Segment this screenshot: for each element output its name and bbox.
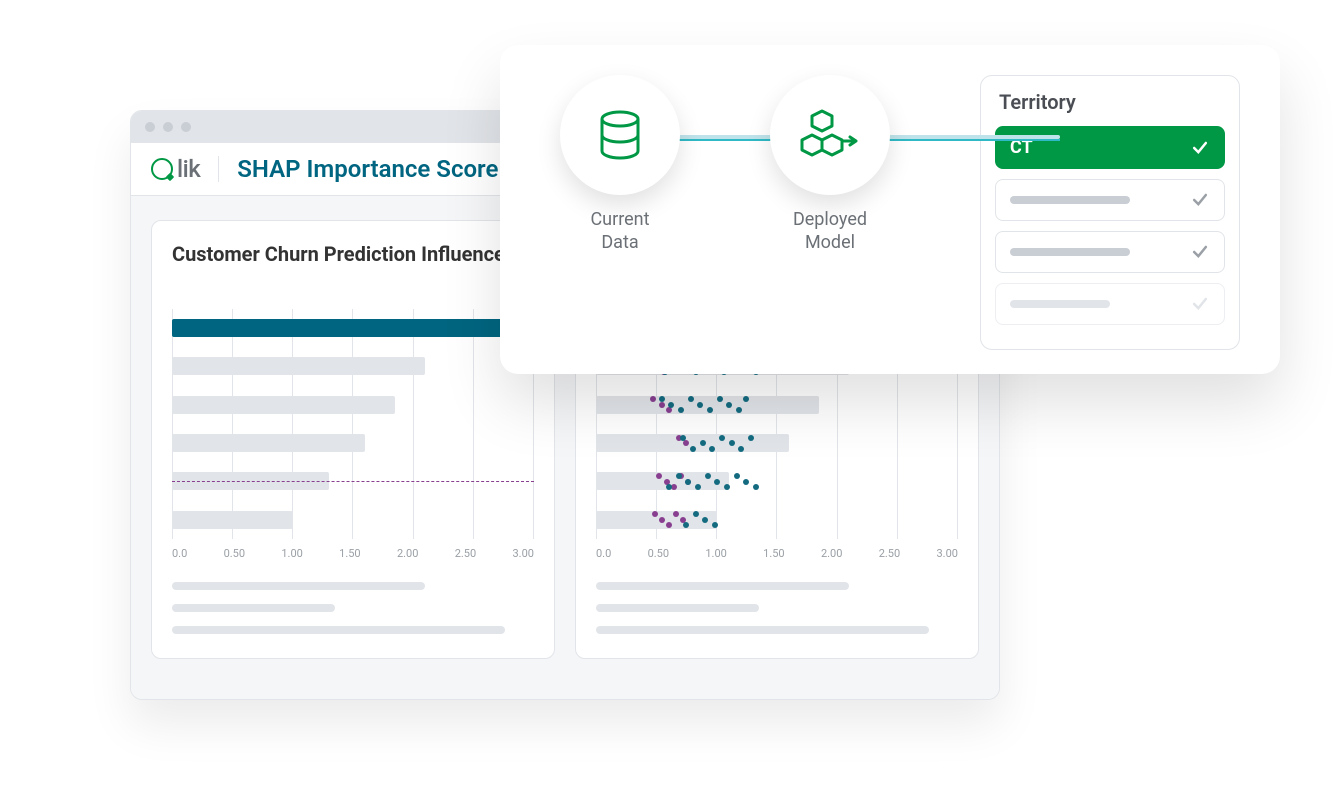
check-icon bbox=[1190, 190, 1210, 210]
node-label: Current Data bbox=[590, 209, 649, 254]
territory-option-selected[interactable]: CT bbox=[995, 126, 1225, 169]
pipeline-panel: Current Data Deployed Model Territory bbox=[500, 45, 1280, 374]
scatter-dot bbox=[724, 484, 730, 490]
check-icon bbox=[1190, 138, 1210, 158]
axis-tick: 1.50 bbox=[339, 547, 360, 560]
axis-tick: 2.00 bbox=[397, 547, 418, 560]
scatter-dot bbox=[656, 473, 662, 479]
pipeline-nodes: Current Data Deployed Model bbox=[560, 75, 960, 254]
bar bbox=[172, 511, 293, 529]
scatter-dot bbox=[666, 522, 672, 528]
model-deploy-icon bbox=[770, 75, 890, 195]
node-deployed-model[interactable]: Deployed Model bbox=[770, 75, 890, 254]
placeholder-lines bbox=[596, 582, 958, 634]
scatter-dot bbox=[659, 402, 665, 408]
bar bbox=[172, 357, 425, 375]
placeholder bbox=[1010, 248, 1130, 256]
scatter-dot bbox=[712, 522, 718, 528]
card-title: Customer Churn Prediction Influencers bbox=[172, 241, 534, 293]
axis-tick: 2.00 bbox=[821, 547, 842, 560]
scatter-dot bbox=[659, 517, 665, 523]
scatter-dot bbox=[736, 407, 742, 413]
window-dot bbox=[181, 122, 191, 132]
scatter-dot bbox=[738, 446, 744, 452]
territory-option[interactable] bbox=[995, 283, 1225, 325]
scatter-dot bbox=[705, 473, 711, 479]
axis-tick: 0.0 bbox=[172, 547, 187, 560]
scatter-dot bbox=[673, 511, 679, 517]
check-icon bbox=[1190, 242, 1210, 262]
scatter-dot bbox=[707, 407, 713, 413]
scatter-dot bbox=[650, 396, 656, 402]
axis-tick: 3.00 bbox=[937, 547, 958, 560]
scatter-dot bbox=[693, 511, 699, 517]
scatter-dot bbox=[690, 446, 696, 452]
scatter-dot bbox=[666, 407, 672, 413]
scatter-dot bbox=[666, 484, 672, 490]
scatter-dot bbox=[709, 446, 715, 452]
axis-tick: 0.50 bbox=[224, 547, 245, 560]
database-icon bbox=[560, 75, 680, 195]
x-axis: 0.0 0.50 1.00 1.50 2.00 2.50 3.00 bbox=[596, 547, 958, 560]
axis-tick: 1.00 bbox=[705, 547, 726, 560]
scatter-dot bbox=[683, 440, 689, 446]
axis-tick: 2.50 bbox=[879, 547, 900, 560]
bar bbox=[172, 434, 365, 452]
axis-tick: 0.0 bbox=[596, 547, 611, 560]
placeholder-lines bbox=[172, 582, 534, 634]
territory-option[interactable] bbox=[995, 231, 1225, 273]
scatter-dot bbox=[717, 396, 723, 402]
placeholder bbox=[1010, 300, 1110, 308]
x-axis: 0.0 0.50 1.00 1.50 2.00 2.50 3.00 bbox=[172, 547, 534, 560]
scatter-dot bbox=[748, 435, 754, 441]
scatter-dot bbox=[729, 440, 735, 446]
reference-line bbox=[172, 481, 534, 482]
divider bbox=[218, 156, 219, 182]
placeholder bbox=[1010, 196, 1130, 204]
scatter-dot bbox=[668, 402, 674, 408]
axis-tick: 2.50 bbox=[455, 547, 476, 560]
scatter-dot bbox=[702, 517, 708, 523]
scatter-dot bbox=[734, 473, 740, 479]
qlik-q-icon bbox=[151, 158, 173, 180]
scatter-dot bbox=[683, 522, 689, 528]
card-churn-influencers: Customer Churn Prediction Influencers 0.… bbox=[151, 220, 555, 659]
scatter-dot bbox=[700, 440, 706, 446]
scatter-dot bbox=[697, 402, 703, 408]
bar bbox=[172, 319, 534, 337]
qlik-logo: lik bbox=[151, 155, 200, 183]
node-label: Deployed Model bbox=[793, 209, 867, 254]
brand-text: lik bbox=[177, 155, 200, 183]
axis-tick: 1.50 bbox=[763, 547, 784, 560]
check-icon bbox=[1190, 294, 1210, 314]
territory-option[interactable] bbox=[995, 179, 1225, 221]
scatter-dot bbox=[714, 479, 720, 485]
scatter-dot bbox=[678, 407, 684, 413]
window-dot bbox=[163, 122, 173, 132]
scatter-dot bbox=[743, 396, 749, 402]
scatter-dot bbox=[753, 484, 759, 490]
scatter-dot bbox=[688, 396, 694, 402]
scatter-dot bbox=[685, 479, 691, 485]
bar-chart bbox=[172, 309, 534, 539]
axis-tick: 0.50 bbox=[648, 547, 669, 560]
node-current-data[interactable]: Current Data bbox=[560, 75, 680, 254]
scatter-dot bbox=[652, 511, 658, 517]
axis-tick: 3.00 bbox=[513, 547, 534, 560]
scatter-dot bbox=[676, 473, 682, 479]
scatter-dot bbox=[726, 402, 732, 408]
bar bbox=[172, 396, 395, 414]
axis-tick: 1.00 bbox=[281, 547, 302, 560]
scatter-dot bbox=[695, 484, 701, 490]
scatter-dot bbox=[719, 435, 725, 441]
page-title: SHAP Importance Score bbox=[237, 155, 498, 183]
scatter-dot bbox=[743, 479, 749, 485]
territory-picker: Territory CT bbox=[980, 75, 1240, 350]
territory-title: Territory bbox=[999, 90, 1225, 114]
scatter-dot bbox=[659, 396, 665, 402]
window-dot bbox=[145, 122, 155, 132]
